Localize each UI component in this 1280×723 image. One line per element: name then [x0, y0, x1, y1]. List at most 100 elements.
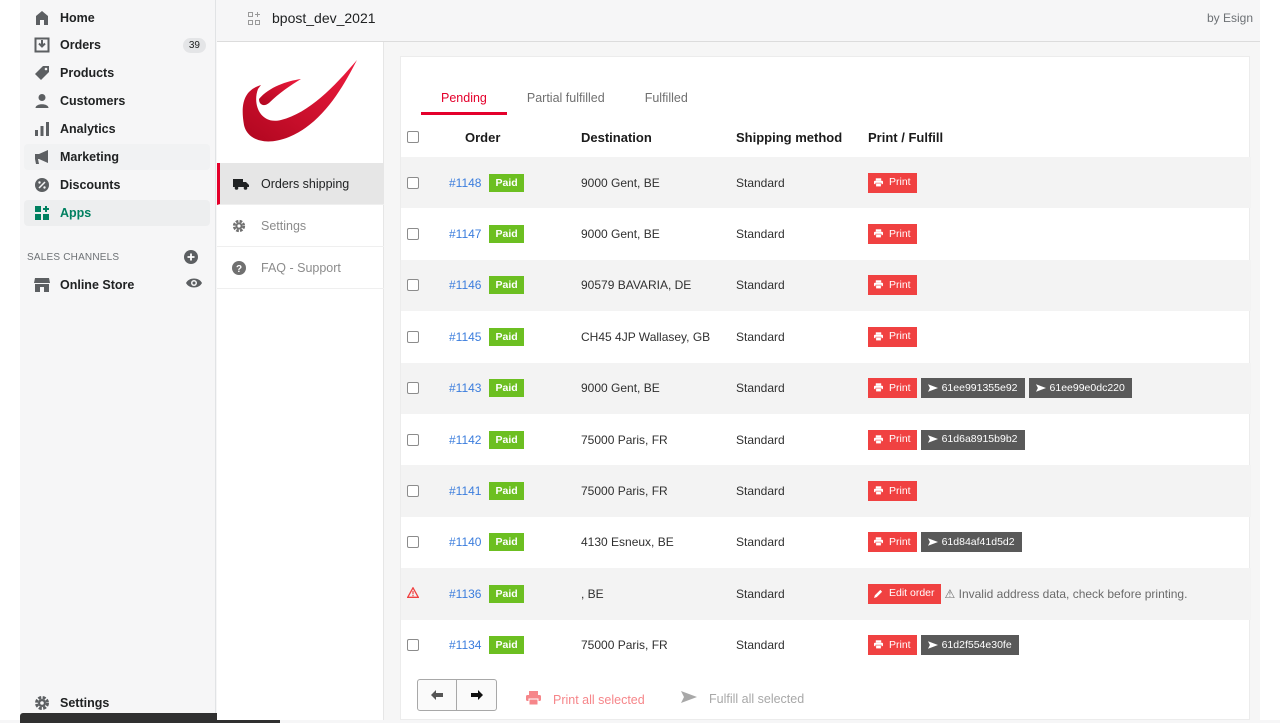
tracking-code-button[interactable]: 61d6a8915b9b2	[920, 429, 1025, 450]
discount-icon	[24, 177, 60, 193]
row-checkbox[interactable]	[407, 279, 419, 292]
nav-item-online-store[interactable]: Online Store	[24, 272, 210, 298]
nav-item-apps[interactable]: Apps	[24, 200, 210, 226]
nav-item-products[interactable]: Products	[24, 60, 210, 86]
print-label-button[interactable]: Print	[868, 326, 917, 347]
fulfill-all-label: Fulfill all selected	[709, 691, 805, 706]
printer-icon	[874, 640, 886, 650]
row-checkbox[interactable]	[407, 433, 419, 446]
destination: 75000 Paris, FR	[581, 432, 668, 447]
tracking-code-button[interactable]: 61ee99e0dc220	[1028, 378, 1132, 399]
print-all-selected-button[interactable]: Print all selected	[526, 691, 645, 708]
nav-label: Marketing	[60, 150, 120, 164]
fulfill-all-selected-button[interactable]: Fulfill all selected	[681, 691, 804, 706]
print-label: Print	[889, 227, 911, 240]
print-label: Print	[889, 535, 911, 548]
home-icon	[24, 10, 60, 26]
megaphone-icon	[24, 149, 60, 165]
next-page-button[interactable]	[457, 680, 496, 710]
order-link[interactable]: #1136	[449, 587, 481, 601]
print-label-button[interactable]: Print	[868, 429, 917, 450]
print-label-button[interactable]: Print	[868, 532, 917, 553]
print-label-button[interactable]: Print	[868, 635, 917, 656]
tab-pending[interactable]: Pending	[421, 87, 507, 115]
row-checkbox[interactable]	[407, 639, 419, 652]
order-link[interactable]: #1141	[449, 484, 481, 498]
add-sales-channel-icon[interactable]	[184, 250, 198, 269]
tracking-code-button[interactable]: 61d84af41d5d2	[920, 532, 1022, 553]
app-sidebar: Orders shipping Settings ? FAQ - Support	[217, 42, 384, 720]
shipping-method: Standard	[736, 535, 785, 550]
print-label-button[interactable]: Print	[868, 481, 917, 502]
header-destination[interactable]: Destination	[581, 130, 736, 145]
print-label-button[interactable]: Print	[868, 378, 917, 399]
printer-icon	[874, 229, 886, 239]
destination: 4130 Esneux, BE	[581, 535, 674, 550]
nav-item-home[interactable]: Home	[24, 5, 210, 31]
tab-fulfilled[interactable]: Fulfilled	[625, 87, 708, 115]
print-label: Print	[889, 433, 911, 446]
tab-partial-fulfilled[interactable]: Partial fulfilled	[507, 87, 625, 115]
print-label: Print	[889, 278, 911, 291]
printer-icon	[874, 537, 886, 547]
edit-order-button[interactable]: Edit order	[868, 583, 941, 604]
nav-item-analytics[interactable]: Analytics	[24, 116, 210, 142]
order-link[interactable]: #1143	[449, 381, 481, 395]
print-label-button[interactable]: Print	[868, 172, 917, 193]
sales-channels-heading: SALES CHANNELS	[27, 252, 120, 263]
header-shipping-method[interactable]: Shipping method	[736, 130, 868, 145]
nav-label: Apps	[60, 206, 92, 220]
nav-label: Orders	[60, 38, 101, 52]
bpost-logo	[239, 57, 359, 152]
table-row: #1145 Paid CH45 4JP Wallasey, GB Standard Pr…	[401, 311, 1251, 362]
order-link[interactable]: #1147	[449, 227, 481, 241]
tracking-code: 61d6a8915b9b2	[941, 433, 1018, 446]
row-checkbox[interactable]	[407, 485, 419, 498]
print-label-button[interactable]: Print	[868, 275, 917, 296]
order-link[interactable]: #1140	[449, 535, 481, 549]
row-checkbox[interactable]	[407, 382, 419, 395]
printer-icon	[874, 177, 886, 187]
row-checkbox[interactable]	[407, 330, 419, 343]
print-label-button[interactable]: Print	[868, 224, 917, 245]
order-link[interactable]: #1134	[449, 638, 481, 652]
admin-nav: Home Orders 39 Products Customers Analyt…	[20, 0, 216, 720]
order-link[interactable]: #1145	[449, 330, 481, 344]
nav-item-marketing[interactable]: Marketing	[24, 144, 210, 170]
nav-item-discounts[interactable]: Discounts	[24, 172, 210, 198]
main-content: Pending Partial fulfilled Fulfilled Orde…	[384, 42, 1260, 720]
invalid-address-warning: ⚠ Invalid address data, check before pri…	[944, 586, 1188, 601]
order-link[interactable]: #1142	[449, 433, 481, 447]
left-margin	[0, 0, 20, 720]
table-row: #1134 Paid 75000 Paris, FR Standard Print 61d…	[401, 620, 1251, 671]
table-row: #1147 Paid 9000 Gent, BE Standard Print	[401, 208, 1251, 259]
nav-item-orders[interactable]: Orders 39	[24, 32, 210, 58]
shipping-method: Standard	[736, 432, 785, 447]
row-checkbox[interactable]	[407, 536, 419, 549]
side-link-settings[interactable]: Settings	[217, 205, 384, 247]
person-icon	[24, 93, 60, 109]
header-order[interactable]: Order	[449, 130, 581, 145]
side-link-orders-shipping[interactable]: Orders shipping	[217, 163, 384, 205]
destination: , BE	[581, 586, 604, 601]
row-checkbox[interactable]	[407, 176, 419, 189]
eye-icon[interactable]	[186, 276, 202, 294]
app-icon	[248, 12, 260, 31]
select-all-checkbox[interactable]	[407, 131, 419, 143]
table-row: #1136 Paid , BE Standard Edit order ⚠ Invalid…	[401, 568, 1251, 620]
destination: 75000 Paris, FR	[581, 638, 668, 653]
side-link-label: Settings	[261, 218, 307, 233]
tracking-code-button[interactable]: 61d2f554e30fe	[920, 635, 1019, 656]
nav-item-customers[interactable]: Customers	[24, 88, 210, 114]
payment-status-badge: Paid	[489, 173, 524, 192]
tracking-code-button[interactable]: 61ee991355e92	[920, 378, 1025, 399]
tracking-code: 61ee991355e92	[941, 381, 1018, 394]
destination: 75000 Paris, FR	[581, 484, 668, 499]
prev-page-button[interactable]	[418, 680, 458, 710]
side-link-faq-support[interactable]: ? FAQ - Support	[217, 247, 384, 289]
help-icon: ?	[217, 260, 261, 275]
order-link[interactable]: #1148	[449, 176, 481, 190]
row-checkbox[interactable]	[407, 228, 419, 241]
nav-label: Customers	[60, 94, 126, 108]
order-link[interactable]: #1146	[449, 278, 481, 292]
